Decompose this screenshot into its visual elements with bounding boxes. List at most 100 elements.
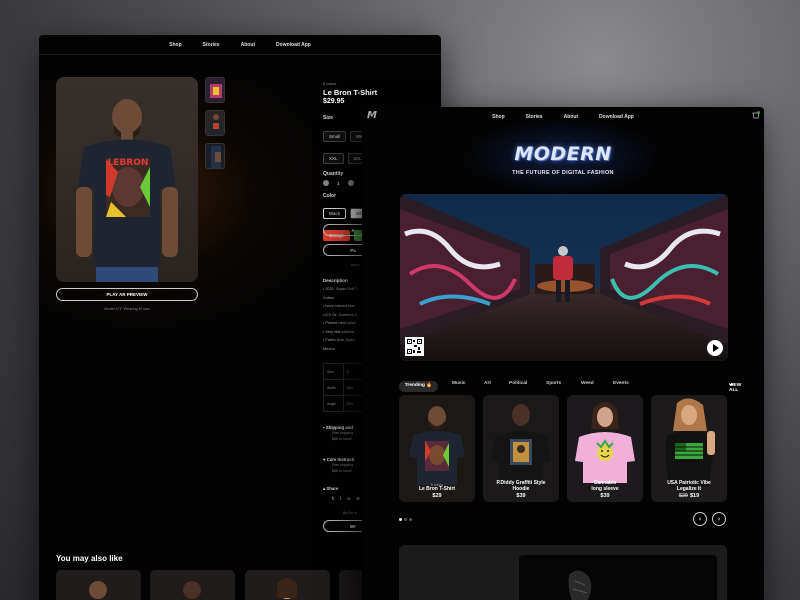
card-name: Le Bron T-Shirt	[418, 485, 456, 492]
colors-count: 6 colors	[323, 82, 337, 86]
product-card[interactable]: P.Diddy Graffiti Style Hoodie $39	[483, 395, 559, 502]
quantity-value: 1	[337, 180, 340, 186]
carousel-dot[interactable]	[404, 518, 407, 521]
nav-download-app[interactable]: Download App	[599, 114, 634, 120]
related-product-card[interactable]	[245, 570, 330, 600]
table-cell: 18in	[342, 379, 363, 396]
table-cell: Width	[323, 379, 344, 396]
table-row: length 27in	[323, 395, 363, 412]
carousel-dot[interactable]	[409, 518, 412, 521]
model-size-note: Model 6"3" Wearing M size	[104, 307, 150, 311]
thumbnail-2[interactable]	[205, 110, 225, 136]
bullet-5: • Printed neck label	[323, 321, 356, 325]
product-main-image: LEBRON	[56, 77, 198, 282]
tab-events[interactable]: Events	[613, 381, 629, 386]
card-price: $19	[690, 493, 700, 499]
you-may-also-like-heading: You may also like	[56, 554, 123, 563]
shipping-line-2: $50 or more!	[332, 437, 352, 441]
minus-icon[interactable]	[323, 180, 329, 186]
table-cell: length	[323, 395, 344, 412]
product-price: $29.95	[323, 98, 345, 105]
be-first-text: Be the fir	[343, 511, 358, 515]
color-black[interactable]: Black	[323, 208, 347, 219]
brand-tagline: THE FUTURE OF DIGITAL FASHION	[512, 170, 614, 176]
bullet-1: • 2021, Super Soft T	[323, 287, 358, 291]
card-price-group: $29 $19	[651, 493, 727, 499]
linkedin-icon[interactable]: in	[340, 496, 356, 501]
top-nav: Shop Stories About Download App	[39, 35, 441, 55]
care-info[interactable]: ♥ Care Instructi Free shipping $50 or mo…	[323, 457, 354, 474]
card-price: $39	[600, 493, 610, 499]
share-section: ▴ Share 𝕥in⊘	[323, 486, 366, 502]
carousel-dot[interactable]	[399, 518, 402, 521]
more-link[interactable]: More	[351, 263, 360, 267]
table-cell: 27in	[342, 395, 363, 412]
carousel-prev-button[interactable]: ‹	[693, 512, 707, 526]
product-title: Le Bron T-Shirt	[323, 88, 378, 97]
nav-shop[interactable]: Shop	[492, 114, 505, 120]
tab-political[interactable]: Political	[509, 381, 527, 386]
thumbnail-3[interactable]	[205, 143, 225, 169]
top-nav: M Shop Stories About Download App	[362, 107, 764, 126]
category-tabs: Trending 🔥 Music Art Political Sports We…	[399, 379, 741, 393]
m-logo-icon[interactable]: M	[367, 110, 377, 121]
table-cell: Size	[323, 363, 344, 380]
cart-icon[interactable]	[752, 111, 760, 120]
description-label: Description	[323, 278, 348, 283]
nav-shop[interactable]: Shop	[169, 41, 182, 48]
product-card[interactable]: 6 colors Le Bron T-Shirt $29	[399, 395, 475, 502]
description-section: Description • 2021, Super Soft T Cotton …	[323, 278, 357, 353]
related-product-card[interactable]	[56, 570, 141, 600]
card-old-price: $29	[678, 493, 688, 499]
bullet-8: Mexico	[323, 346, 336, 351]
tab-weed[interactable]: Weed	[581, 381, 594, 386]
tab-music[interactable]: Music	[452, 381, 466, 386]
tab-trending[interactable]: Trending 🔥	[399, 381, 438, 392]
qr-code[interactable]	[405, 337, 424, 356]
size-xxl[interactable]: XXL	[323, 153, 344, 164]
card-price: $29	[432, 493, 442, 499]
bullet-6: • Very little shrinka	[323, 329, 355, 334]
table-row: Width 18in	[323, 379, 363, 396]
twitter-icon[interactable]: 𝕥	[332, 496, 340, 501]
bullet-3: • Ivory colored blan	[323, 304, 356, 308]
card-name-line-2: Legalize It	[676, 485, 702, 492]
thumbnail-1[interactable]	[205, 77, 225, 103]
carousel-dots	[399, 518, 412, 521]
chevron-left-icon: ‹	[698, 515, 702, 523]
nav-stories[interactable]: Stories	[203, 41, 220, 48]
bullet-4: • 5.9 Oz, Garment D	[323, 312, 358, 317]
home-page-window: M Shop Stories About Download App MODERN…	[362, 107, 764, 600]
carousel-next-button[interactable]: ›	[712, 512, 726, 526]
tab-art[interactable]: Art	[484, 381, 491, 386]
nav-stories[interactable]: Stories	[526, 114, 543, 120]
tab-sports[interactable]: Sports	[546, 381, 561, 386]
card-name-line-2: long sleeve	[591, 485, 619, 492]
svg-text:LEBRON: LEBRON	[108, 158, 149, 168]
size-table: Size S Width 18in length 27in	[323, 363, 363, 412]
related-product-card[interactable]	[150, 570, 235, 600]
plus-icon[interactable]	[347, 180, 354, 186]
arrow-right-icon: ➜	[729, 383, 734, 388]
shipping-info[interactable]: ▪ Shipping and Free shipping $50 or more…	[323, 425, 353, 442]
card-price: $39	[516, 493, 526, 499]
play-icon	[712, 344, 719, 352]
table-row: Size S	[323, 363, 363, 380]
share-label: Share	[326, 486, 339, 491]
table-cell: S	[342, 363, 363, 380]
bullet-7: • Fabric Knit, Dyed,	[323, 338, 356, 342]
brand-logo: MODERN	[514, 143, 612, 165]
nav-about[interactable]: About	[564, 114, 578, 120]
nav-about[interactable]: About	[241, 41, 255, 48]
chevron-right-icon: ›	[717, 515, 721, 523]
featured-banner[interactable]	[399, 545, 727, 600]
size-small[interactable]: Small	[323, 131, 347, 142]
play-button[interactable]	[707, 340, 723, 356]
care-line-2: $50 or more!	[332, 469, 352, 473]
play-ar-preview-button[interactable]: PLAY AR PREVIEW	[56, 288, 198, 301]
product-card[interactable]: USA Patriotic Vibe Legalize It $29 $19	[651, 395, 727, 502]
bullet-2: Cotton	[323, 295, 335, 300]
hero-video[interactable]	[400, 194, 728, 361]
nav-download-app[interactable]: Download App	[276, 41, 311, 48]
product-card[interactable]: Cannabis long sleeve $39	[567, 395, 643, 502]
